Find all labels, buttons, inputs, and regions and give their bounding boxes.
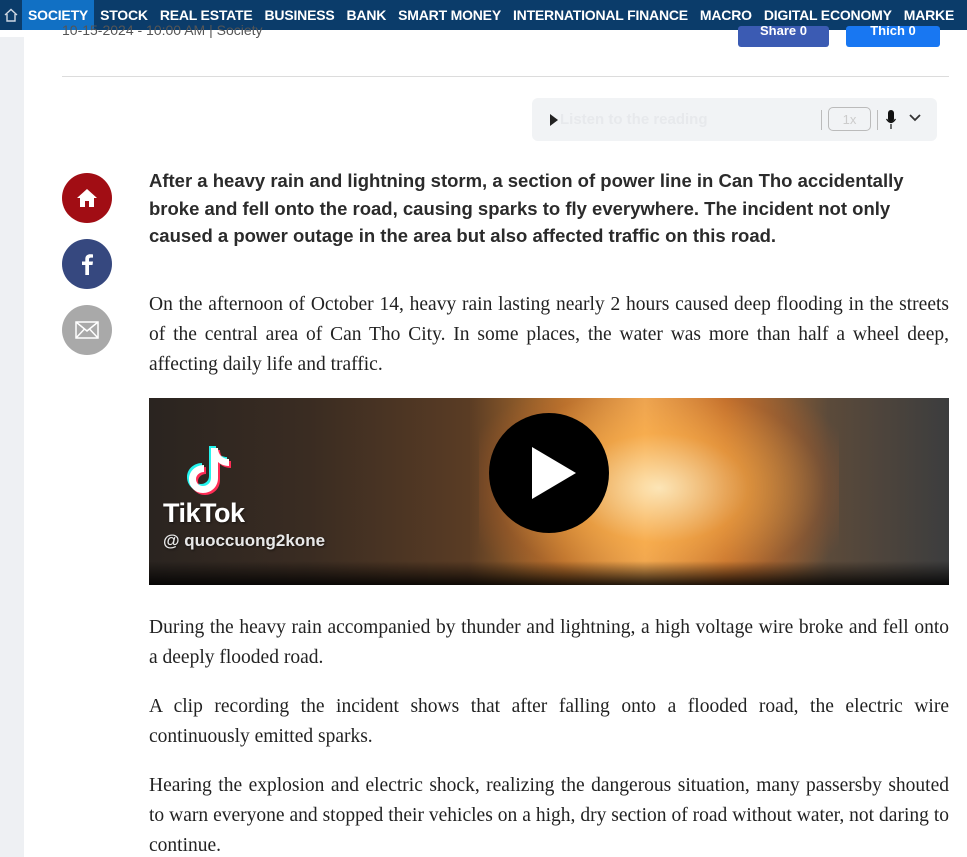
left-gutter: [0, 37, 24, 857]
play-icon[interactable]: [550, 113, 558, 126]
tiktok-logo-icon: [187, 446, 231, 495]
article-meta: 10-15-2024 - 10:00 AM | Society: [62, 22, 263, 38]
chevron-down-icon[interactable]: [908, 112, 922, 124]
nav-item-digital-economy[interactable]: DIGITAL ECONOMY: [758, 7, 898, 23]
article-paragraph: On the afternoon of October 14, heavy ra…: [149, 294, 949, 375]
facebook-share-button[interactable]: Share 0: [738, 26, 829, 47]
audio-player: Listen to the reading 1x: [532, 98, 937, 141]
nav-item-real-estate[interactable]: REAL ESTATE: [154, 7, 259, 23]
video-shade: [149, 561, 949, 585]
article-paragraph: During the heavy rain accompanied by thu…: [149, 617, 949, 668]
mail-icon: [75, 321, 99, 339]
divider: [821, 110, 822, 130]
article-paragraph: Hearing the explosion and electric shock…: [149, 775, 949, 856]
article-datetime: 10-15-2024 - 10:00 AM: [62, 22, 206, 38]
article-lead: After a heavy rain and lightning storm, …: [149, 170, 904, 246]
nav-item-business[interactable]: BUSINESS: [259, 7, 341, 23]
share-label: Share 0: [760, 26, 807, 38]
email-button[interactable]: [62, 305, 112, 355]
nav-item-market[interactable]: MARKE: [898, 7, 960, 23]
video-play-button[interactable]: [489, 413, 609, 533]
home-icon: [77, 189, 97, 207]
nav-item-international-finance[interactable]: INTERNATIONAL FINANCE: [507, 7, 694, 23]
nav-item-bank[interactable]: BANK: [341, 7, 393, 23]
speed-button[interactable]: 1x: [828, 107, 871, 131]
divider: [62, 76, 949, 77]
facebook-icon: [82, 254, 93, 275]
facebook-button[interactable]: [62, 239, 112, 289]
video-player[interactable]: TikTok @ quoccuong2kone: [149, 398, 949, 585]
nav-item-stock[interactable]: STOCK: [94, 7, 154, 23]
nav-item-smart-money[interactable]: SMART MONEY: [392, 7, 507, 23]
nav-item-macro[interactable]: MACRO: [694, 7, 758, 23]
nav-home-icon[interactable]: [0, 0, 22, 30]
home-button[interactable]: [62, 173, 112, 223]
article-category: Society: [216, 22, 263, 38]
tiktok-handle: @ quoccuong2kone: [163, 531, 326, 550]
like-label: Thích 0: [870, 26, 916, 38]
divider: [877, 110, 878, 130]
article-paragraph: A clip recording the incident shows that…: [149, 696, 949, 747]
microphone-icon[interactable]: [886, 110, 896, 130]
tiktok-brand: TikTok: [163, 498, 245, 528]
listen-label: Listen to the reading: [560, 111, 708, 128]
like-button[interactable]: Thích 0: [846, 26, 940, 47]
play-icon: [532, 447, 576, 499]
